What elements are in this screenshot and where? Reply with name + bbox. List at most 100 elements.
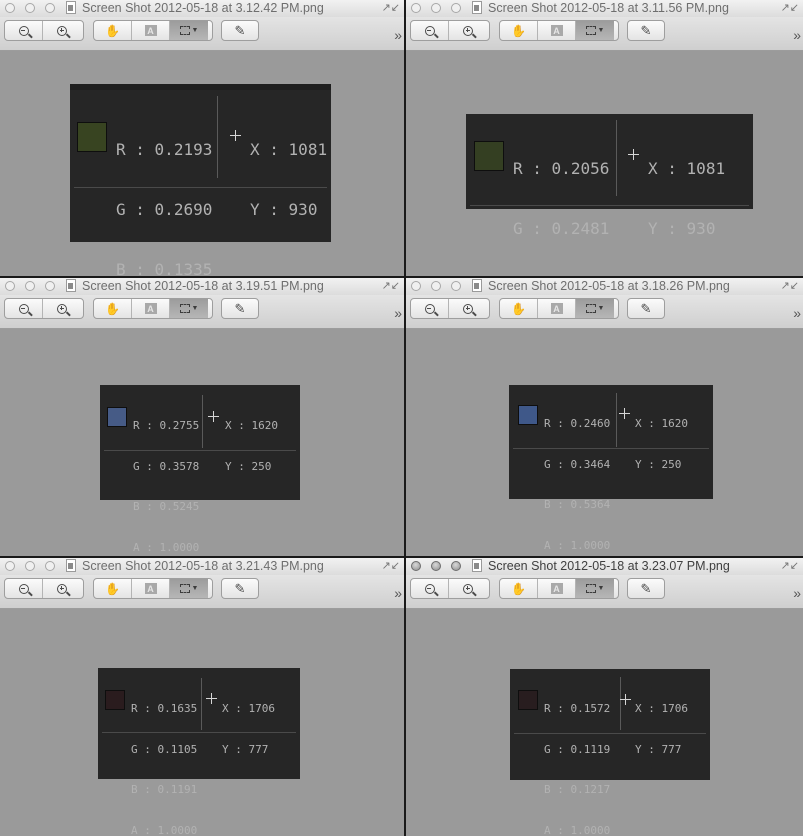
text-select-icon: A bbox=[144, 25, 157, 36]
rgba-values: R : 0.2460 G : 0.3464 B : 0.5364 A : 1.0… bbox=[544, 390, 610, 556]
annotate-button[interactable]: ✎ bbox=[628, 299, 664, 318]
move-tool-button[interactable]: ✋ bbox=[94, 579, 132, 598]
pencil-icon: ✎ bbox=[640, 580, 652, 596]
crosshair-icon bbox=[619, 408, 630, 419]
image-canvas[interactable]: R : 0.2755 G : 0.3578 B : 0.5245 A : 1.0… bbox=[0, 329, 404, 556]
fullscreen-icon[interactable]: ↗↙ bbox=[781, 559, 799, 572]
rgba-values: R : 0.2056 G : 0.2481 B : 0.1355 A : 1.0… bbox=[513, 119, 609, 276]
image-canvas[interactable]: R : 0.1635 G : 0.1105 B : 0.1191 A : 1.0… bbox=[0, 609, 404, 836]
select-tool-button[interactable]: ▼ bbox=[170, 579, 208, 598]
x-coordinate: 1620 bbox=[661, 417, 689, 430]
annotate-control: ✎ bbox=[221, 20, 259, 41]
document-icon[interactable] bbox=[472, 1, 482, 14]
document-icon[interactable] bbox=[66, 559, 76, 572]
zoom-out-button[interactable] bbox=[5, 299, 43, 318]
image-canvas[interactable]: R : 0.1572 G : 0.1119 B : 0.1217 A : 1.0… bbox=[406, 609, 803, 836]
crosshair-icon bbox=[628, 149, 639, 160]
annotate-button[interactable]: ✎ bbox=[628, 579, 664, 598]
fullscreen-icon[interactable]: ↗↙ bbox=[781, 1, 799, 14]
blue-value-row: B : 0.5364 bbox=[544, 498, 611, 511]
document-icon[interactable] bbox=[472, 559, 482, 572]
move-tool-button[interactable]: ✋ bbox=[500, 299, 538, 318]
select-tool-button[interactable]: ▼ bbox=[170, 299, 208, 318]
cursor-coordinates: X : 1620 Y : 250 bbox=[635, 390, 701, 498]
fullscreen-icon[interactable]: ↗↙ bbox=[382, 279, 400, 292]
move-tool-button[interactable]: ✋ bbox=[94, 21, 132, 40]
annotate-control: ✎ bbox=[627, 20, 665, 41]
move-tool-button[interactable]: ✋ bbox=[500, 579, 538, 598]
image-canvas[interactable]: R : 0.2193 G : 0.2690 B : 0.1335 A : 1.0… bbox=[0, 51, 404, 276]
minimize-button[interactable] bbox=[25, 281, 35, 291]
image-canvas[interactable]: R : 0.2056 G : 0.2481 B : 0.1355 A : 1.0… bbox=[406, 51, 803, 276]
fullscreen-icon[interactable]: ↗↙ bbox=[781, 279, 799, 292]
close-button[interactable] bbox=[411, 3, 421, 13]
zoom-button[interactable] bbox=[451, 561, 461, 571]
annotate-control: ✎ bbox=[627, 298, 665, 319]
document-icon[interactable] bbox=[66, 1, 76, 14]
move-tool-button[interactable]: ✋ bbox=[500, 21, 538, 40]
zoom-in-button[interactable] bbox=[43, 21, 81, 40]
zoom-button[interactable] bbox=[45, 281, 55, 291]
text-tool-button[interactable]: A bbox=[538, 299, 576, 318]
text-tool-button[interactable]: A bbox=[132, 579, 170, 598]
select-tool-button[interactable]: ▼ bbox=[576, 299, 614, 318]
minimize-button[interactable] bbox=[431, 561, 441, 571]
annotate-button[interactable]: ✎ bbox=[222, 299, 258, 318]
move-tool-button[interactable]: ✋ bbox=[94, 299, 132, 318]
annotate-button[interactable]: ✎ bbox=[222, 579, 258, 598]
chevron-double-right-icon[interactable]: » bbox=[394, 305, 402, 321]
document-icon[interactable] bbox=[472, 279, 482, 292]
zoom-out-button[interactable] bbox=[5, 21, 43, 40]
zoom-button[interactable] bbox=[45, 3, 55, 13]
text-tool-button[interactable]: A bbox=[538, 21, 576, 40]
text-tool-button[interactable]: A bbox=[132, 21, 170, 40]
zoom-out-button[interactable] bbox=[411, 579, 449, 598]
zoom-out-button[interactable] bbox=[5, 579, 43, 598]
minimize-button[interactable] bbox=[431, 281, 441, 291]
close-button[interactable] bbox=[5, 3, 15, 13]
color-meter-panel: R : 0.1635 G : 0.1105 B : 0.1191 A : 1.0… bbox=[98, 668, 300, 836]
minimize-button[interactable] bbox=[25, 561, 35, 571]
select-tool-button[interactable]: ▼ bbox=[576, 579, 614, 598]
fullscreen-icon[interactable]: ↗↙ bbox=[382, 559, 400, 572]
zoom-control bbox=[410, 578, 490, 599]
image-canvas[interactable]: R : 0.2460 G : 0.3464 B : 0.5364 A : 1.0… bbox=[406, 329, 803, 556]
zoom-in-button[interactable] bbox=[449, 579, 487, 598]
red-value: 0.1635 bbox=[157, 702, 198, 715]
zoom-button[interactable] bbox=[45, 561, 55, 571]
select-tool-button[interactable]: ▼ bbox=[170, 21, 208, 40]
chevron-double-right-icon[interactable]: » bbox=[394, 27, 402, 43]
annotate-button[interactable]: ✎ bbox=[628, 21, 664, 40]
close-button[interactable] bbox=[411, 561, 421, 571]
text-tool-button[interactable]: A bbox=[538, 579, 576, 598]
zoom-control bbox=[4, 298, 84, 319]
minimize-button[interactable] bbox=[431, 3, 441, 13]
zoom-out-button[interactable] bbox=[411, 299, 449, 318]
zoom-in-button[interactable] bbox=[43, 299, 81, 318]
zoom-button[interactable] bbox=[451, 3, 461, 13]
close-button[interactable] bbox=[5, 561, 15, 571]
divider bbox=[201, 678, 202, 730]
select-tool-button[interactable]: ▼ bbox=[576, 21, 614, 40]
close-button[interactable] bbox=[5, 281, 15, 291]
chevron-double-right-icon[interactable]: » bbox=[394, 585, 402, 601]
annotate-button[interactable]: ✎ bbox=[222, 21, 258, 40]
chevron-double-right-icon[interactable]: » bbox=[793, 585, 801, 601]
zoom-button[interactable] bbox=[451, 281, 461, 291]
red-value: 0.1572 bbox=[570, 702, 611, 715]
close-button[interactable] bbox=[411, 281, 421, 291]
document-icon[interactable] bbox=[66, 279, 76, 292]
text-tool-button[interactable]: A bbox=[132, 299, 170, 318]
fullscreen-icon[interactable]: ↗↙ bbox=[382, 1, 400, 14]
chevron-double-right-icon[interactable]: » bbox=[793, 27, 801, 43]
zoom-in-button[interactable] bbox=[449, 21, 487, 40]
zoom-in-button[interactable] bbox=[449, 299, 487, 318]
zoom-out-button[interactable] bbox=[411, 21, 449, 40]
zoom-out-icon bbox=[424, 583, 435, 594]
zoom-in-button[interactable] bbox=[43, 579, 81, 598]
rect-select-icon bbox=[179, 304, 190, 313]
minimize-button[interactable] bbox=[25, 3, 35, 13]
chevron-double-right-icon[interactable]: » bbox=[793, 305, 801, 321]
window-title: Screen Shot 2012-05-18 at 3.12.42 PM.png bbox=[82, 1, 324, 15]
title-bar: Screen Shot 2012-05-18 at 3.18.26 PM.png… bbox=[406, 278, 803, 296]
